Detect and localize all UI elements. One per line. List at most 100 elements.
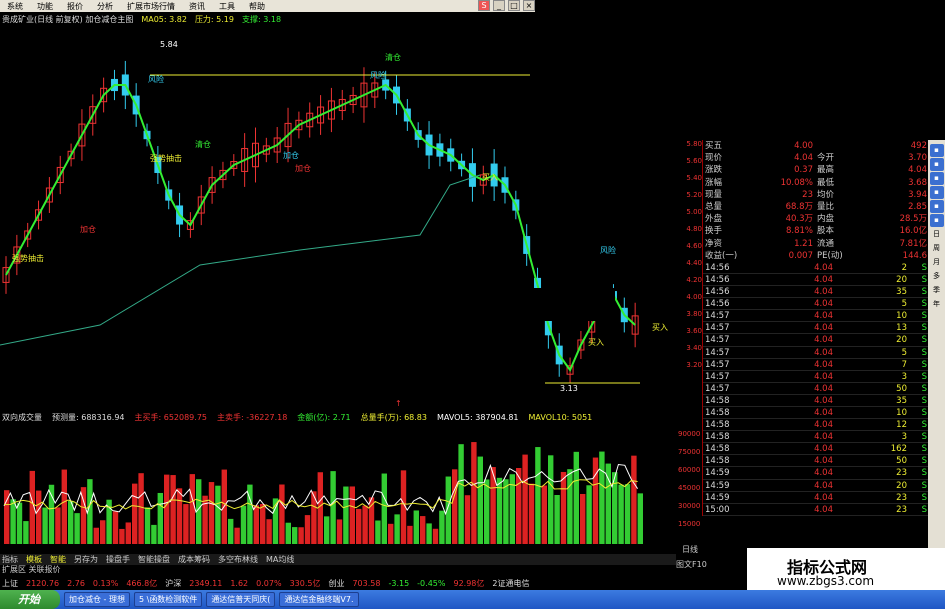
volume-bar <box>4 490 10 544</box>
tick-cell-p: 4.04 <box>814 274 833 285</box>
quote-cell-b: 68.8万 <box>785 201 813 212</box>
tick-cell-p: 4.04 <box>814 323 833 334</box>
jiacang-label-1: 加仓 <box>80 224 96 234</box>
period-button-3[interactable]: 多 <box>930 270 944 283</box>
quote-cell-a: 净资 <box>705 238 723 249</box>
volume-bar <box>381 473 387 544</box>
quote-cell-a: 总量 <box>705 201 723 212</box>
tick-cell-s: S <box>921 444 927 455</box>
quote-cell-b: 0.007 <box>788 250 813 261</box>
ticker-item: 沪深 <box>165 578 182 588</box>
tick-cell-v: 5 <box>901 347 907 358</box>
menu-item-7[interactable]: 帮助 <box>242 1 272 12</box>
volume-bar <box>68 500 74 544</box>
app-logo-icon[interactable]: S <box>478 0 490 11</box>
taskbar-item[interactable]: 5 \函数检测软件 <box>133 592 203 607</box>
start-button[interactable]: 开始 <box>0 590 60 609</box>
quote-row: 外盘 40.3万 内盘 28.5万 <box>703 213 930 225</box>
close-icon[interactable]: × <box>523 0 535 11</box>
quote-cell-b: 1.21 <box>794 238 813 249</box>
volume-bar <box>528 483 535 544</box>
quote-row: 总量 68.8万 量比 2.85 <box>703 201 930 213</box>
volume-bar <box>458 444 464 544</box>
menu-item-3[interactable]: 分析 <box>90 1 120 12</box>
tick-cell-p: 4.04 <box>814 299 833 310</box>
volume-bar <box>452 469 458 544</box>
tick-row: 14:56 4.04 5 S <box>703 298 930 311</box>
amount: 金额(亿): 2.71 <box>297 412 351 422</box>
volume-bar <box>144 507 151 544</box>
period-button-0[interactable]: 日 <box>930 228 944 241</box>
draw-icon[interactable]: ▪ <box>929 214 944 227</box>
indicator-info-bar: 贵成矿业(日线 前复权) 加仓减仓主图 MA05: 3.82 压力: 5.19 … <box>0 13 535 25</box>
volume-bar <box>183 504 189 544</box>
volume-bar <box>464 495 471 544</box>
ticker-item: 0.07% <box>256 578 282 588</box>
quote-cell-a: 涨幅 <box>705 177 723 188</box>
tick-row: 14:57 4.04 3 S <box>703 371 930 383</box>
rsi-icon[interactable]: ▪ <box>929 200 944 213</box>
tick-cell-s: S <box>921 262 927 273</box>
search-icon[interactable]: ▪ <box>929 144 944 157</box>
taskbar-item[interactable]: 通达信普天同庆( <box>206 592 276 607</box>
tick-cell-t: 14:57 <box>705 383 730 394</box>
volume-bar <box>432 528 439 544</box>
period-button-2[interactable]: 月 <box>930 256 944 269</box>
minimize-icon[interactable]: _ <box>493 0 505 11</box>
taskbar-item[interactable]: 通达信金融终端V7. <box>279 592 359 607</box>
quote-cell-d: 16.0亿 <box>899 226 927 237</box>
window-controls: S _ □ × <box>478 0 535 11</box>
tick-cell-v: 50 <box>896 383 907 394</box>
tick-cell-s: S <box>921 299 927 310</box>
zoom-in-icon[interactable]: ▪ <box>929 158 944 171</box>
menu-item-0[interactable]: 系统 <box>0 1 30 12</box>
taskbar-item[interactable]: 加仓减仓 - 理想 <box>64 592 130 607</box>
main-sell: 主卖手: -36227.18 <box>217 412 288 422</box>
tick-cell-s: S <box>921 468 927 479</box>
period-button-1[interactable]: 周 <box>930 242 944 255</box>
tick-cell-t: 14:58 <box>705 432 730 443</box>
indicator-icon[interactable]: ▪ <box>929 186 944 199</box>
right-toolbar: ▪ ▪ ▪ ▪ ▪ ▪ 日周月多季年 <box>928 140 945 560</box>
f10-tab[interactable]: 图文F10 <box>676 559 707 570</box>
watermark: 指标公式网 www.zbgs3.com <box>747 548 945 590</box>
volume-bar <box>151 524 157 544</box>
ticker-item: 92.98亿 <box>453 578 485 588</box>
tick-cell-p: 4.04 <box>814 492 833 503</box>
volume-axis: 90000 75000 60000 45000 30000 15000 <box>676 424 706 554</box>
quote-cell-c: 内盘 <box>817 214 835 225</box>
volume-bar <box>74 513 80 544</box>
volume-bar <box>484 479 490 544</box>
fengxian-label-3: 风险 <box>600 245 616 255</box>
tick-cell-t: 14:57 <box>705 371 730 382</box>
tick-row: 14:56 4.04 35 S <box>703 286 930 299</box>
quote-cell-a: 收益(一) <box>705 250 738 261</box>
volume-bar <box>362 505 368 544</box>
daily-tab[interactable]: 日线 <box>682 544 707 555</box>
period-button-5[interactable]: 年 <box>930 298 944 311</box>
tick-cell-v: 20 <box>896 274 907 285</box>
period-button-4[interactable]: 季 <box>930 284 944 297</box>
price-tick: 3.20 <box>686 361 702 369</box>
volume-bar <box>624 484 631 544</box>
price-tick: 4.20 <box>686 276 702 284</box>
menu-bar: 系统 功能 报价 分析 扩展市场行情 资讯 工具 帮助 <box>0 0 535 12</box>
menu-item-4[interactable]: 扩展市场行情 <box>120 1 182 12</box>
qiangshi-label-2: 强势抽击 <box>12 253 44 263</box>
volume-bar <box>298 527 304 544</box>
quote-cell-c: 量比 <box>817 201 835 212</box>
ticker-item: 466.8亿 <box>126 578 158 588</box>
menu-item-1[interactable]: 功能 <box>30 1 60 12</box>
menu-item-2[interactable]: 报价 <box>60 1 90 12</box>
volume-bar <box>176 488 183 544</box>
menu-item-6[interactable]: 工具 <box>212 1 242 12</box>
high-label: 5.84 <box>160 40 178 49</box>
volume-chart[interactable] <box>0 424 676 554</box>
maximize-icon[interactable]: □ <box>508 0 520 11</box>
extension-tabs[interactable]: 扩展区 关联报价 <box>0 564 676 575</box>
candlestick-chart[interactable]: 5.84 3.13 清仓 清仓 风险 风险 风险 强势抽击 强势抽击 加仓 加仓… <box>0 25 676 425</box>
tick-cell-p: 4.04 <box>814 311 833 322</box>
tick-cell-t: 15:00 <box>705 504 730 515</box>
zoom-out-icon[interactable]: ▪ <box>929 172 944 185</box>
menu-item-5[interactable]: 资讯 <box>182 1 212 12</box>
